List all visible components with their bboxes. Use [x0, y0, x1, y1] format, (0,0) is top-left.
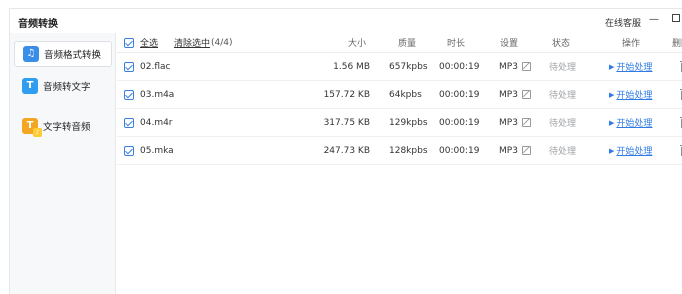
title-bar: 音频转换 在线客服 —: [10, 9, 682, 33]
edit-icon[interactable]: [521, 62, 531, 71]
file-size: 157.72 KB: [323, 89, 370, 100]
row-checkbox[interactable]: [124, 117, 134, 128]
minimize-button[interactable]: —: [647, 13, 661, 27]
start-process-label: 开始处理: [616, 147, 653, 157]
start-process-button[interactable]: ▶ 开始处理: [609, 53, 652, 80]
sidebar-item-text-to-audio[interactable]: T ♪ 文字转音频: [14, 113, 112, 139]
file-name-cell: 02.flac: [124, 53, 170, 80]
format-setting[interactable]: MP3: [499, 109, 531, 136]
edit-icon[interactable]: [521, 90, 531, 99]
maximize-icon: [672, 14, 680, 22]
selected-count: (4/4): [211, 37, 233, 48]
start-process-button[interactable]: ▶ 开始处理: [609, 137, 652, 164]
column-header-delete: 删除: [672, 39, 682, 49]
file-quality: 657kpbs: [389, 61, 428, 72]
file-name: 04.m4r: [140, 117, 173, 128]
table-row: 02.flac 1.56 MB 657kpbs 00:00:19 MP3 待处理…: [117, 53, 682, 81]
text-T-icon: T: [22, 78, 38, 94]
status-text: 待处理: [549, 147, 577, 157]
clear-selected-link[interactable]: 清除选中: [174, 36, 210, 49]
sidebar-item-label: 文字转音频: [43, 122, 91, 133]
status-text: 待处理: [549, 63, 577, 73]
table-row: 03.m4a 157.72 KB 64kpbs 00:00:19 MP3 待处理…: [117, 81, 682, 109]
edit-icon[interactable]: [521, 146, 531, 155]
sidebar: ♫ 音频格式转换 T 音频转文字 T ♪ 文字转音频: [10, 33, 116, 294]
column-header-size: 大小: [348, 39, 367, 49]
file-size: 1.56 MB: [333, 61, 370, 72]
file-duration: 00:00:19: [439, 89, 480, 100]
table-row: 05.mka 247.73 KB 128kpbs 00:00:19 MP3 待处…: [117, 137, 682, 165]
start-process-button[interactable]: ▶ 开始处理: [609, 109, 652, 136]
format-setting[interactable]: MP3: [499, 81, 531, 108]
select-all-label[interactable]: 全选: [140, 36, 158, 49]
play-icon: ▶: [609, 90, 615, 99]
select-all-cell: 全选: [124, 33, 158, 52]
column-header-status: 状态: [552, 39, 571, 49]
file-name-cell: 04.m4r: [124, 109, 173, 136]
file-name: 05.mka: [140, 145, 174, 156]
row-checkbox[interactable]: [124, 89, 134, 100]
sidebar-item-label: 音频格式转换: [44, 50, 102, 61]
sidebar-item-audio-to-text[interactable]: T 音频转文字: [14, 73, 112, 99]
format-label: MP3: [499, 61, 518, 72]
format-setting[interactable]: MP3: [499, 137, 531, 164]
file-duration: 00:00:19: [439, 145, 480, 156]
file-quality: 64kpbs: [389, 89, 422, 100]
file-size: 247.73 KB: [323, 145, 370, 156]
start-process-button[interactable]: ▶ 开始处理: [609, 81, 652, 108]
start-process-label: 开始处理: [616, 91, 653, 101]
column-header-duration: 时长: [447, 39, 466, 49]
music-note-icon: ♫: [23, 46, 39, 62]
table-row: 04.m4r 317.75 KB 129kpbs 00:00:19 MP3 待处…: [117, 109, 682, 137]
select-all-checkbox[interactable]: [124, 37, 134, 48]
start-process-label: 开始处理: [616, 63, 653, 73]
audio-convert-icon: T ♪: [22, 118, 42, 137]
format-label: MP3: [499, 117, 518, 128]
file-name: 02.flac: [140, 61, 171, 72]
format-label: MP3: [499, 145, 518, 156]
maximize-button[interactable]: [669, 13, 682, 27]
file-size: 317.75 KB: [323, 117, 370, 128]
clear-selected-cell: 清除选中 (4/4): [174, 33, 233, 52]
column-header-action: 操作: [622, 39, 641, 49]
file-quality: 128kpbs: [389, 145, 428, 156]
column-header-settings: 设置: [500, 39, 519, 49]
file-duration: 00:00:19: [439, 117, 480, 128]
file-name: 03.m4a: [140, 89, 175, 100]
file-quality: 129kpbs: [389, 117, 428, 128]
edit-icon[interactable]: [521, 118, 531, 127]
format-setting[interactable]: MP3: [499, 53, 531, 80]
sidebar-item-audio-format-convert[interactable]: ♫ 音频格式转换: [14, 41, 112, 67]
sidebar-item-label: 音频转文字: [43, 82, 91, 93]
row-checkbox[interactable]: [124, 61, 134, 72]
status-text: 待处理: [549, 119, 577, 129]
play-icon: ▶: [609, 146, 615, 155]
table-header: 全选 清除选中 (4/4) 大小 质量 时长 设置 状态 操作 删除: [117, 33, 682, 53]
file-table: 全选 清除选中 (4/4) 大小 质量 时长 设置 状态 操作 删除 02.fl…: [117, 33, 682, 294]
file-name-cell: 05.mka: [124, 137, 174, 164]
play-icon: ▶: [609, 118, 615, 127]
file-name-cell: 03.m4a: [124, 81, 174, 108]
format-label: MP3: [499, 89, 518, 100]
file-duration: 00:00:19: [439, 61, 480, 72]
app-window: 音频转换 在线客服 — ♫ 音频格式转换 T 音频转文字 T ♪ 文字转音频 全…: [9, 8, 682, 294]
status-text: 待处理: [549, 91, 577, 101]
column-header-quality: 质量: [398, 39, 417, 49]
app-title: 音频转换: [18, 19, 58, 30]
start-process-label: 开始处理: [616, 119, 653, 129]
row-checkbox[interactable]: [124, 145, 134, 156]
online-service-link[interactable]: 在线客服: [605, 16, 641, 29]
play-icon: ▶: [609, 62, 615, 71]
